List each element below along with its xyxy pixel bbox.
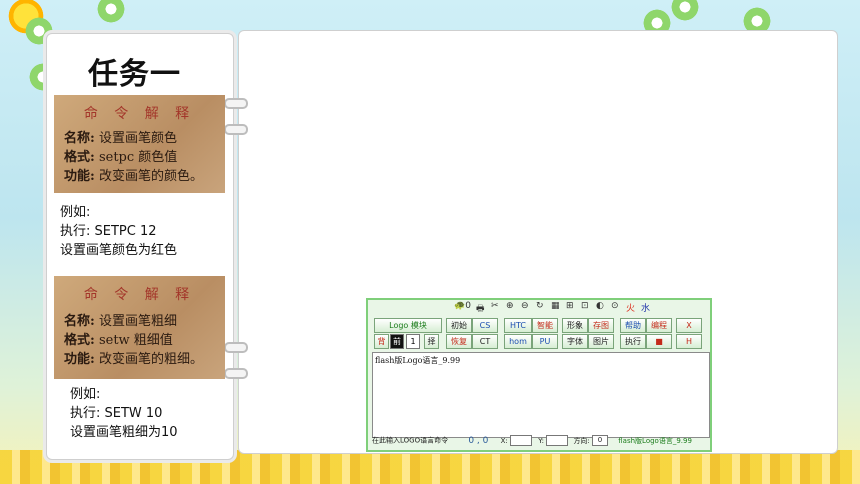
card-row-name: 名称: 设置画笔粗细 bbox=[54, 312, 225, 331]
smart-button[interactable]: 智能 bbox=[532, 318, 558, 333]
command-prompt-label: 在此输入LOGO语言命令 bbox=[372, 436, 449, 445]
zoom-in-icon[interactable]: ⊕ bbox=[506, 301, 516, 315]
background-color-button[interactable]: 背 bbox=[374, 334, 389, 349]
label: 名称: bbox=[64, 131, 95, 146]
value: 改变画笔的粗细。 bbox=[98, 352, 203, 367]
shape-button[interactable]: 形象 bbox=[562, 318, 588, 333]
value: 设置画笔粗细 bbox=[98, 314, 177, 329]
init-button[interactable]: 初始 bbox=[446, 318, 472, 333]
htc-button[interactable]: HTC bbox=[504, 318, 532, 333]
binder-ring bbox=[224, 342, 248, 353]
icon-toolbar: 🐢0 🖶 ✂ ⊕ ⊖ ↻ ▦ ⊞ ⊡ ◐ ⊙ 火 水 bbox=[454, 301, 651, 315]
value: setpc 颜色值 bbox=[98, 150, 178, 165]
water-icon[interactable]: 水 bbox=[641, 301, 651, 315]
direction-label: 方向: bbox=[573, 436, 590, 445]
example-line: 执行: SETW 10 bbox=[70, 406, 163, 421]
grid-icon[interactable]: ▦ bbox=[551, 301, 561, 315]
cut-icon[interactable]: ✂ bbox=[491, 301, 501, 315]
foreground-color-swatch[interactable]: 前 bbox=[390, 334, 404, 349]
status-bar: 在此输入LOGO语言命令 0 , 0 X: Y: 方向: 0 flash版Log… bbox=[372, 435, 706, 447]
frame-icon[interactable]: ⊡ bbox=[581, 301, 591, 315]
y-field[interactable] bbox=[546, 435, 569, 446]
binder-ring bbox=[224, 124, 248, 135]
logo-module-button[interactable]: Logo 模块 bbox=[374, 318, 442, 333]
close-x-button[interactable]: X bbox=[676, 318, 702, 333]
label: 功能: bbox=[64, 169, 95, 184]
example-setw: 例如: 执行: SETW 10 设置画笔粗细为10 bbox=[70, 385, 178, 442]
card-row-format: 格式: setw 粗细值 bbox=[54, 331, 225, 350]
program-button[interactable]: 编程 bbox=[646, 318, 672, 333]
card-row-function: 功能: 改变画笔的颜色。 bbox=[54, 167, 225, 186]
example-line: 执行: SETPC 12 bbox=[60, 224, 157, 239]
logo-app-window: 🐢0 🖶 ✂ ⊕ ⊖ ↻ ▦ ⊞ ⊡ ◐ ⊙ 火 水 Logo 模块 初始 CS… bbox=[366, 298, 712, 452]
target-icon[interactable]: ⊙ bbox=[611, 301, 621, 315]
slide-title: 任务一 bbox=[88, 57, 181, 92]
turtle-icon[interactable]: 🐢0 bbox=[454, 301, 471, 315]
execute-button[interactable]: 执行 bbox=[620, 334, 646, 349]
x-field[interactable] bbox=[510, 435, 533, 446]
card-heading: 命 令 解 释 bbox=[83, 287, 196, 303]
app-name-label: flash版Logo语言_9.99 bbox=[618, 436, 692, 445]
label: 名称: bbox=[64, 314, 95, 329]
label: 功能: bbox=[64, 352, 95, 367]
card-row-function: 功能: 改变画笔的粗细。 bbox=[54, 350, 225, 369]
help-button[interactable]: 帮助 bbox=[620, 318, 646, 333]
example-line: 设置画笔粗细为10 bbox=[70, 425, 178, 440]
coordinate-readout: 0 , 0 bbox=[468, 435, 489, 446]
binder-ring bbox=[224, 368, 248, 379]
pen-width-field[interactable]: 1 bbox=[406, 334, 420, 349]
x-label: X: bbox=[500, 436, 508, 445]
label: 格式: bbox=[64, 150, 95, 165]
print-icon[interactable]: 🖶 bbox=[476, 301, 486, 315]
cs-button[interactable]: CS bbox=[472, 318, 498, 333]
card-heading: 命 令 解 释 bbox=[83, 106, 196, 122]
value: 改变画笔的颜色。 bbox=[98, 169, 203, 184]
value: setw 粗细值 bbox=[98, 333, 173, 348]
example-line: 设置画笔颜色为红色 bbox=[60, 243, 178, 258]
select-button[interactable]: 择 bbox=[424, 334, 439, 349]
example-line: 例如: bbox=[70, 387, 101, 402]
window-icon[interactable]: ⊞ bbox=[566, 301, 576, 315]
picture-button[interactable]: 图片 bbox=[588, 334, 614, 349]
rotate-icon[interactable]: ↻ bbox=[536, 301, 546, 315]
zoom-out-icon[interactable]: ⊖ bbox=[521, 301, 531, 315]
direction-field[interactable]: 0 bbox=[592, 435, 609, 446]
palette-icon[interactable]: ◐ bbox=[596, 301, 606, 315]
restore-button[interactable]: 恢复 bbox=[446, 334, 472, 349]
card-row-name: 名称: 设置画笔颜色 bbox=[54, 129, 225, 148]
hide-button[interactable]: H bbox=[676, 334, 702, 349]
pen-up-button[interactable]: PU bbox=[532, 334, 558, 349]
ct-button[interactable]: CT bbox=[472, 334, 498, 349]
value: 设置画笔颜色 bbox=[98, 131, 177, 146]
fire-icon[interactable]: 火 bbox=[626, 301, 636, 315]
font-button[interactable]: 字体 bbox=[562, 334, 588, 349]
save-image-button[interactable]: 存图 bbox=[588, 318, 614, 333]
stop-button[interactable]: ■ bbox=[646, 334, 672, 349]
label: 格式: bbox=[64, 333, 95, 348]
command-editor[interactable]: flash版Logo语言_9.99 bbox=[372, 352, 710, 438]
command-card-setpc: 命 令 解 释 名称: 设置画笔颜色 格式: setpc 颜色值 功能: 改变画… bbox=[54, 95, 225, 193]
card-row-format: 格式: setpc 颜色值 bbox=[54, 148, 225, 167]
example-setpc: 例如: 执行: SETPC 12 设置画笔颜色为红色 bbox=[60, 203, 177, 260]
binder-ring bbox=[224, 98, 248, 109]
command-card-setw: 命 令 解 释 名称: 设置画笔粗细 格式: setw 粗细值 功能: 改变画笔… bbox=[54, 276, 225, 379]
home-button[interactable]: hom bbox=[504, 334, 532, 349]
example-line: 例如: bbox=[60, 205, 91, 220]
y-label: Y: bbox=[538, 436, 544, 445]
